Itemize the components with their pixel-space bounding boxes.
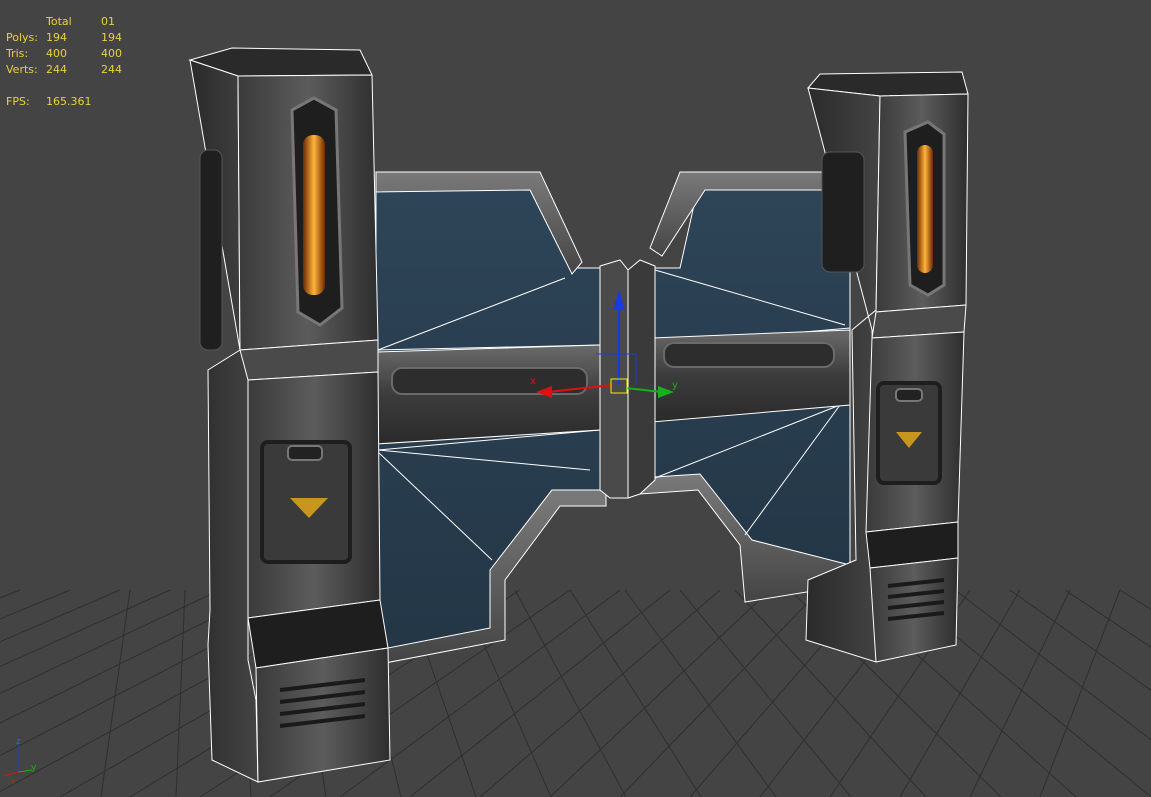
left-light-strip (303, 135, 325, 295)
view-axis-x-label: x (10, 777, 16, 787)
gizmo-y-label: y (672, 380, 678, 391)
left-pillar[interactable] (188, 47, 391, 783)
verts-total: 244 (46, 63, 67, 76)
stats-fps-row: FPS: 165.361 (6, 94, 136, 110)
polys-label: Polys: (6, 31, 38, 44)
gate-center[interactable] (375, 171, 851, 665)
stats-header-row: Total 01 (6, 14, 136, 30)
tris-object: 400 (101, 47, 122, 60)
view-axis-y-label: y (31, 763, 37, 773)
verts-label: Verts: (6, 63, 38, 76)
left-side-groove (199, 149, 223, 351)
right-bar-slot (663, 342, 835, 368)
3d-viewport[interactable]: x y z x y Total 01 Polys: 194 194 Tris: … (0, 0, 1151, 797)
left-pillar-base (255, 647, 391, 783)
polys-object: 194 (101, 31, 122, 44)
stats-total-header: Total (46, 15, 72, 28)
view-axis-tripod: z x y (3, 737, 37, 787)
left-indicator-tab (287, 445, 323, 461)
polys-total: 194 (46, 31, 67, 44)
tris-label: Tris: (6, 47, 29, 60)
stats-object-header: 01 (101, 15, 115, 28)
viewport-statistics: Total 01 Polys: 194 194 Tris: 400 400 Ve… (6, 14, 136, 110)
stats-polys-row: Polys: 194 194 (6, 30, 136, 46)
scene-canvas[interactable]: x y z x y (0, 0, 1151, 797)
view-axis-z-label: z (16, 737, 21, 747)
stats-verts-row: Verts: 244 244 (6, 62, 136, 78)
verts-object: 244 (101, 63, 122, 76)
right-side-groove (821, 151, 865, 273)
floor-grid (0, 589, 1151, 797)
right-pillar-base (869, 557, 959, 663)
fps-value: 165.361 (46, 95, 92, 108)
tris-total: 400 (46, 47, 67, 60)
right-indicator-tab (895, 388, 923, 402)
center-post-right (627, 259, 656, 499)
fps-label: FPS: (6, 95, 30, 108)
gizmo-x-label: x (530, 376, 536, 387)
right-light-strip (917, 145, 933, 273)
stats-tris-row: Tris: 400 400 (6, 46, 136, 62)
